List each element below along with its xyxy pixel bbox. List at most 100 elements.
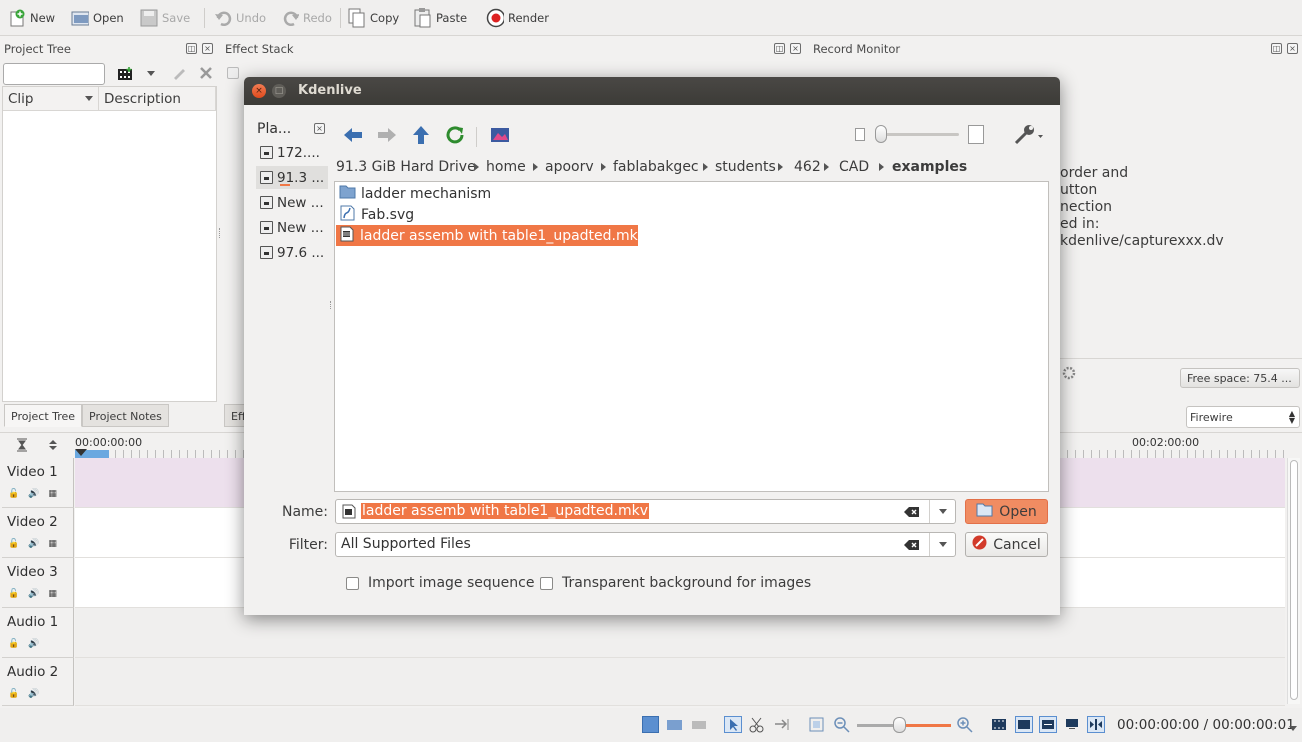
spacer-tool-icon[interactable]	[773, 716, 791, 733]
tab-effect-stack[interactable]: Eff	[224, 404, 246, 427]
scrollbar-thumb[interactable]	[1290, 460, 1298, 700]
filename-dropdown-icon[interactable]	[929, 500, 955, 523]
expand-tracks-icon[interactable]	[46, 438, 60, 452]
column-header-clip[interactable]: Clip	[3, 87, 99, 111]
clear-text-icon[interactable]	[903, 537, 921, 553]
undo-button[interactable]: Undo	[214, 6, 266, 30]
zoom-slider-handle[interactable]	[893, 717, 906, 733]
track-controls-icons[interactable]: 🔓🔊	[8, 689, 48, 699]
track-controls-icons[interactable]: 🔓🔊▦	[8, 489, 66, 499]
import-sequence-checkbox[interactable]	[346, 577, 359, 590]
redo-button[interactable]: Redo	[281, 6, 332, 30]
edit-clip-icon[interactable]	[171, 65, 187, 81]
breadcrumb-item[interactable]: apoorv	[545, 159, 594, 175]
playhead-icon[interactable]	[75, 449, 87, 456]
track-header-audio-1[interactable]: Audio 1 🔓🔊	[2, 608, 74, 658]
filename-input-selected-text[interactable]: ladder assemb with table1_upadted.mkv	[361, 503, 650, 519]
track-controls-icons[interactable]: 🔓🔊▦	[8, 589, 66, 599]
dialog-titlebar[interactable]: × □ Kdenlive	[244, 77, 1060, 105]
import-sequence-label[interactable]: Import image sequence	[368, 575, 534, 591]
track-audio-1[interactable]	[75, 608, 1285, 658]
render-button[interactable]: Render	[486, 6, 549, 30]
place-item[interactable]: 91.3 ...	[256, 166, 328, 189]
add-clip-icon[interactable]	[118, 67, 134, 80]
open-button[interactable]: Open	[71, 6, 124, 30]
track-controls-icons[interactable]: 🔓🔊▦	[8, 539, 66, 549]
close-places-icon[interactable]: ×	[314, 123, 325, 134]
reload-icon[interactable]	[443, 123, 467, 147]
breadcrumb-current[interactable]: examples	[892, 159, 967, 175]
collapse-tracks-icon[interactable]	[15, 438, 29, 452]
split-audio-icon[interactable]	[991, 717, 1007, 732]
file-item-folder[interactable]: ladder mechanism	[336, 183, 491, 204]
razor-tool-icon[interactable]	[748, 716, 766, 733]
breadcrumb-item[interactable]: fablabakgec	[613, 159, 699, 175]
project-clip-list[interactable]: Clip Description	[2, 86, 217, 402]
breadcrumb-item[interactable]: CAD	[839, 159, 869, 175]
new-button[interactable]: New	[8, 6, 55, 30]
breadcrumb-item[interactable]: 91.3 GiB Hard Drive	[336, 159, 476, 175]
options-wrench-icon[interactable]	[1012, 123, 1046, 147]
zoom-in-icon[interactable]	[956, 716, 974, 733]
show-markers-icon[interactable]	[692, 721, 706, 729]
splitter-handle[interactable]	[330, 301, 332, 309]
up-arrow-icon[interactable]	[409, 123, 433, 147]
tab-project-notes[interactable]: Project Notes	[82, 404, 169, 427]
project-search-input[interactable]	[3, 63, 105, 85]
large-icon-size-icon[interactable]	[968, 125, 984, 144]
track-header-video-2[interactable]: Video 2 🔓🔊▦	[2, 508, 74, 558]
track-header-video-3[interactable]: Video 3 🔓🔊▦	[2, 558, 74, 608]
tab-project-tree[interactable]: Project Tree	[4, 404, 83, 427]
track-header-audio-2[interactable]: Audio 2 🔓🔊	[2, 658, 74, 706]
capture-device-select[interactable]: Firewire ▲ ▼	[1186, 406, 1300, 428]
forward-arrow-icon[interactable]	[375, 123, 399, 147]
column-header-description[interactable]: Description	[99, 87, 216, 111]
breadcrumb-item[interactable]: students	[715, 159, 776, 175]
file-item-video-selected[interactable]: ladder assemb with table1_upadted.mkv	[336, 225, 646, 246]
audio-track-toggle-icon[interactable]	[1039, 716, 1057, 733]
timecode-format-dropdown-icon[interactable]	[1289, 726, 1297, 731]
close-window-icon[interactable]: ×	[252, 84, 266, 98]
file-item-svg[interactable]: Fab.svg	[336, 204, 414, 225]
float-panel-icon[interactable]: ◫	[774, 43, 785, 54]
close-panel-icon[interactable]: ×	[202, 43, 213, 54]
paste-button[interactable]: Paste	[414, 6, 467, 30]
track-audio-2[interactable]	[75, 658, 1285, 706]
small-icon-size-icon[interactable]	[855, 128, 865, 141]
timeline-vertical-scrollbar[interactable]	[1287, 458, 1300, 704]
maximize-window-icon[interactable]: □	[272, 84, 286, 98]
filename-field[interactable]: ladder assemb with table1_upadted.mkv	[335, 499, 956, 524]
cancel-button[interactable]: Cancel	[965, 532, 1048, 557]
close-panel-icon[interactable]: ×	[1287, 43, 1298, 54]
close-panel-icon[interactable]: ×	[790, 43, 801, 54]
place-item[interactable]: New ...	[256, 191, 328, 214]
float-panel-icon[interactable]: ◫	[186, 43, 197, 54]
video-track-toggle-icon[interactable]	[1015, 716, 1033, 733]
audio-thumbnails-icon[interactable]	[667, 720, 682, 730]
video-thumbnails-icon[interactable]	[642, 716, 659, 733]
open-button[interactable]: Open	[965, 499, 1048, 524]
breadcrumb-item[interactable]: 462	[794, 159, 821, 175]
icon-size-slider[interactable]	[875, 133, 959, 136]
splitter-handle[interactable]	[219, 228, 222, 238]
file-list[interactable]: ladder mechanism Fab.svg ladder assemb w…	[334, 181, 1049, 492]
back-arrow-icon[interactable]	[341, 123, 365, 147]
float-panel-icon[interactable]: ◫	[1271, 43, 1282, 54]
copy-button[interactable]: Copy	[348, 6, 399, 30]
place-item[interactable]: New ...	[256, 216, 328, 239]
monitor-icon[interactable]	[1065, 718, 1079, 730]
fit-zoom-icon[interactable]	[808, 716, 826, 733]
effect-enable-checkbox[interactable]	[227, 67, 239, 79]
save-button[interactable]: Save	[140, 6, 190, 30]
breadcrumb-item[interactable]: home	[486, 159, 526, 175]
transparent-background-label[interactable]: Transparent background for images	[562, 575, 811, 591]
icon-size-slider-handle[interactable]	[875, 125, 887, 143]
clear-text-icon[interactable]	[903, 504, 921, 520]
snap-icon[interactable]	[1087, 716, 1105, 733]
transparent-background-checkbox[interactable]	[540, 577, 553, 590]
delete-clip-icon[interactable]	[198, 65, 214, 81]
add-clip-dropdown-icon[interactable]	[147, 71, 155, 76]
settings-gear-icon[interactable]	[1062, 366, 1076, 380]
track-header-video-1[interactable]: Video 1 🔓🔊▦	[2, 458, 74, 508]
place-item[interactable]: 172....	[256, 141, 328, 164]
